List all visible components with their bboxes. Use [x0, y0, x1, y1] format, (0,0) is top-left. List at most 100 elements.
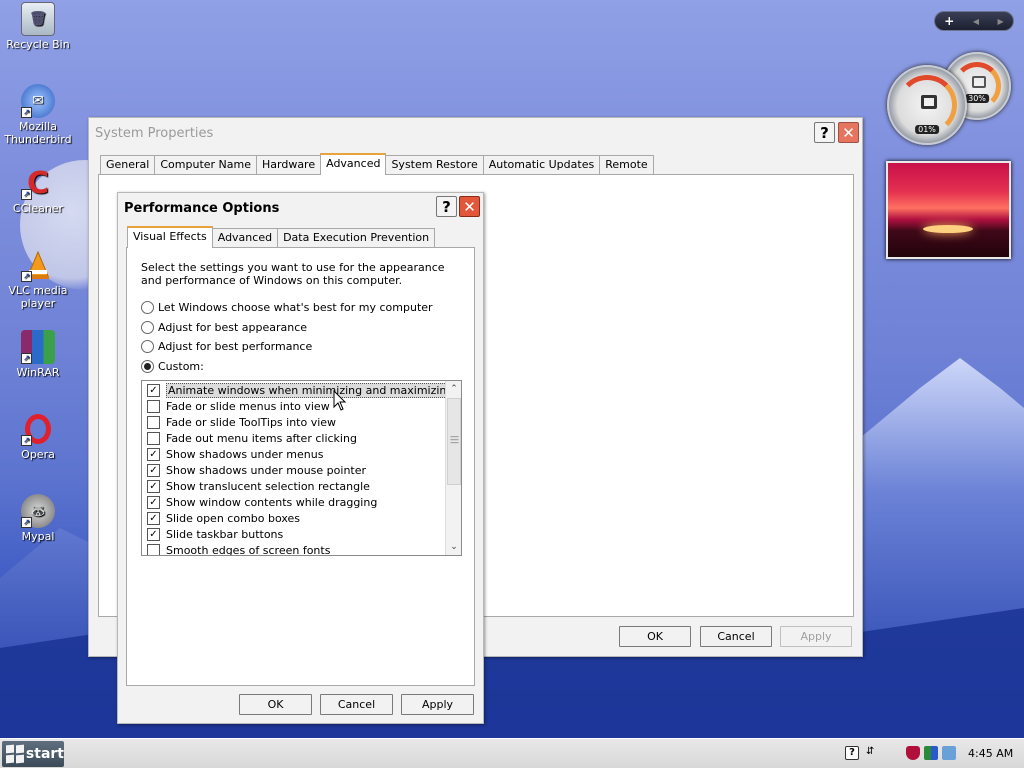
taskbar: start ? ⇵ 4:45 AM	[0, 738, 1024, 768]
network-tray-icon[interactable]: ⇵	[866, 746, 876, 760]
desktop-icon-thunderbird[interactable]: ✉ ↗ Mozilla Thunderbird	[0, 84, 76, 146]
windows-flag-tray-icon[interactable]	[924, 746, 938, 760]
checkbox-checked[interactable]: ✓	[147, 527, 160, 541]
tab-remote[interactable]: Remote	[599, 155, 654, 174]
ok-button[interactable]: OK	[619, 626, 691, 647]
effect-checkbox-row[interactable]: ✓ Slide open combo boxes	[147, 510, 300, 526]
system-properties-tabs: General Computer Name Hardware Advanced …	[100, 153, 654, 175]
ram-chip-icon	[972, 76, 986, 88]
desktop-icon-label: CCleaner	[12, 202, 64, 215]
apply-button[interactable]: Apply	[780, 626, 852, 647]
ok-button[interactable]: OK	[239, 694, 312, 715]
effect-label: Show shadows under mouse pointer	[166, 463, 367, 477]
security-shield-icon[interactable]	[906, 746, 920, 760]
visual-effects-panel: Select the settings you want to use for …	[126, 247, 475, 686]
start-button[interactable]: start	[2, 741, 64, 767]
checkbox-checked[interactable]: ✓	[147, 511, 160, 525]
ram-meter-value: 30%	[965, 94, 989, 103]
help-button[interactable]: ?	[814, 122, 835, 143]
visual-effects-list[interactable]: ✓ Animate windows when minimizing and max…	[141, 380, 462, 556]
performance-options-titlebar[interactable]: Performance Options ? ✕	[118, 193, 483, 223]
tab-hardware[interactable]: Hardware	[256, 155, 322, 174]
desktop-icon-mypal[interactable]: 🦝 ↗ Mypal	[0, 494, 76, 543]
cpu-meter-gadget[interactable]: 01%	[887, 65, 967, 145]
tab-visual-effects[interactable]: Visual Effects	[127, 226, 213, 248]
radio-label: Adjust for best appearance	[158, 321, 308, 334]
radio-button[interactable]	[141, 301, 154, 314]
effect-label: Fade or slide menus into view	[166, 399, 330, 413]
gadget-prev-button[interactable]: ◀	[973, 17, 979, 26]
effect-checkbox-row[interactable]: Fade out menu items after clicking	[147, 430, 357, 446]
checkbox-checked[interactable]: ✓	[147, 479, 160, 493]
cpu-chip-icon	[921, 95, 937, 109]
radio-best-appearance[interactable]: Adjust for best appearance	[141, 321, 307, 334]
tab-automatic-updates[interactable]: Automatic Updates	[482, 155, 601, 174]
apply-button[interactable]: Apply	[401, 694, 474, 715]
effect-checkbox-row[interactable]: Fade or slide menus into view	[147, 398, 330, 414]
effect-checkbox-row[interactable]: ✓ Show shadows under menus	[147, 446, 323, 462]
checkbox-unchecked[interactable]	[147, 543, 160, 555]
close-icon: ✕	[463, 197, 476, 216]
vlc-icon: ↗	[21, 248, 55, 282]
desktop-icon-label: Recycle Bin	[6, 38, 70, 51]
radio-best-performance[interactable]: Adjust for best performance	[141, 340, 312, 353]
effect-checkbox-row[interactable]: ✓ Animate windows when minimizing and max…	[147, 382, 456, 398]
desktop-icon-winrar[interactable]: ↗ WinRAR	[0, 330, 76, 379]
desktop-icon-label: Opera	[21, 448, 55, 461]
effect-checkbox-row[interactable]: Smooth edges of screen fonts	[147, 542, 330, 555]
close-button[interactable]: ✕	[838, 122, 859, 143]
add-gadget-button[interactable]: +	[944, 14, 954, 28]
effect-checkbox-row[interactable]: ✓ Show translucent selection rectangle	[147, 478, 370, 494]
gadget-toolbar: + ◀ ▶	[934, 11, 1014, 31]
checkbox-checked[interactable]: ✓	[147, 447, 160, 461]
radio-custom[interactable]: Custom:	[141, 360, 204, 373]
tab-advanced[interactable]: Advanced	[320, 153, 387, 175]
cancel-button[interactable]: Cancel	[320, 694, 393, 715]
desktop-icon-label: Mozilla Thunderbird	[4, 120, 72, 146]
scroll-down-icon[interactable]: ⌄	[446, 539, 461, 555]
tab-system-restore[interactable]: System Restore	[385, 155, 484, 174]
slideshow-gadget[interactable]	[886, 161, 1011, 259]
close-button[interactable]: ✕	[459, 196, 480, 217]
list-scrollbar[interactable]: ⌃ — — — ⌄	[445, 381, 461, 555]
help-tray-icon[interactable]: ?	[845, 746, 859, 760]
tab-general[interactable]: General	[100, 155, 156, 174]
checkbox-unchecked[interactable]	[147, 415, 160, 429]
effect-checkbox-row[interactable]: Fade or slide ToolTips into view	[147, 414, 336, 430]
volume-tray-icon[interactable]	[942, 746, 956, 760]
effect-label: Show translucent selection rectangle	[166, 479, 370, 493]
help-button[interactable]: ?	[436, 196, 457, 217]
checkbox-checked[interactable]: ✓	[147, 495, 160, 509]
system-properties-titlebar[interactable]: System Properties ? ✕	[89, 118, 862, 148]
effect-checkbox-row[interactable]: ✓ Show shadows under mouse pointer	[147, 462, 366, 478]
desktop-icon-opera[interactable]: ↗ Opera	[0, 412, 76, 461]
checkbox-unchecked[interactable]	[147, 431, 160, 445]
radio-button[interactable]	[141, 360, 154, 373]
checkbox-unchecked[interactable]	[147, 399, 160, 413]
effect-label: Animate windows when minimizing and maxi…	[166, 382, 456, 398]
radio-let-windows-choose[interactable]: Let Windows choose what's best for my co…	[141, 301, 433, 314]
radio-button[interactable]	[141, 321, 154, 334]
effect-checkbox-row[interactable]: ✓ Show window contents while dragging	[147, 494, 377, 510]
effect-checkbox-row[interactable]: ✓ Slide taskbar buttons	[147, 526, 283, 542]
scroll-up-icon[interactable]: ⌃	[446, 381, 461, 397]
tab-computer-name[interactable]: Computer Name	[154, 155, 257, 174]
radio-selected-dot	[144, 363, 151, 370]
tab-advanced[interactable]: Advanced	[211, 228, 279, 247]
radio-label: Custom:	[158, 360, 204, 373]
opera-icon: ↗	[21, 412, 55, 446]
gadget-next-button[interactable]: ▶	[998, 17, 1004, 26]
desktop-icon-ccleaner[interactable]: C ↗ CCleaner	[0, 166, 76, 215]
performance-options-tabs: Visual Effects Advanced Data Execution P…	[127, 226, 436, 248]
desktop-icon-recycle-bin[interactable]: 🗑 Recycle Bin	[0, 2, 76, 51]
cancel-button[interactable]: Cancel	[700, 626, 772, 647]
effect-label: Show window contents while dragging	[166, 495, 378, 509]
desktop-icon-label: Mypal	[21, 530, 55, 543]
window-title: System Properties	[95, 126, 214, 141]
checkbox-checked[interactable]: ✓	[147, 463, 160, 477]
tab-data-execution-prevention[interactable]: Data Execution Prevention	[277, 228, 436, 247]
radio-button[interactable]	[141, 340, 154, 353]
taskbar-clock[interactable]: 4:45 AM	[968, 747, 1013, 760]
desktop-icon-vlc[interactable]: ↗ VLC media player	[0, 248, 76, 310]
checkbox-checked[interactable]: ✓	[147, 383, 160, 397]
